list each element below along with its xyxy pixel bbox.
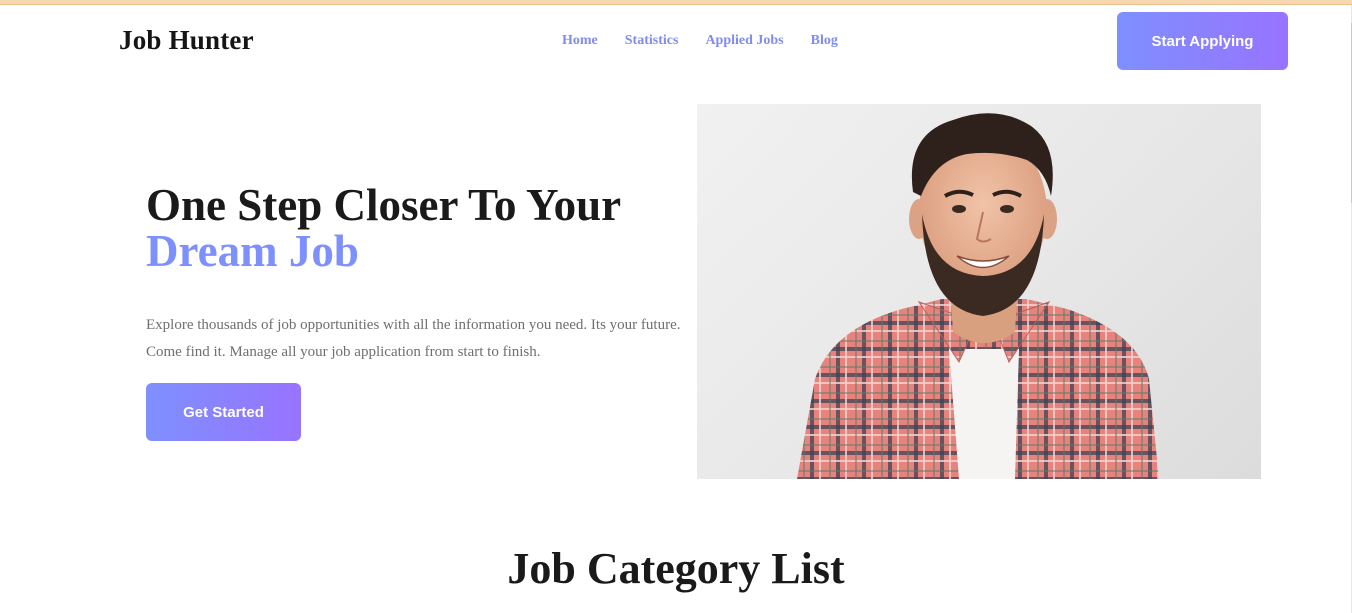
start-applying-button[interactable]: Start Applying xyxy=(1117,12,1288,70)
nav-link-statistics[interactable]: Statistics xyxy=(625,33,679,49)
nav-menu: Home Statistics Applied Jobs Blog xyxy=(562,33,838,49)
nav-link-applied-jobs[interactable]: Applied Jobs xyxy=(705,33,783,49)
brand-logo[interactable]: Job Hunter xyxy=(119,25,254,56)
hero-person-image xyxy=(697,104,1261,479)
nav-link-home[interactable]: Home xyxy=(562,33,598,49)
job-category-section-title: Job Category List xyxy=(507,544,845,593)
get-started-button[interactable]: Get Started xyxy=(146,383,301,441)
navbar: Job Hunter Home Statistics Applied Jobs … xyxy=(0,5,1352,85)
hero-title-accent: Dream Job xyxy=(146,226,359,276)
smiling-man-illustration xyxy=(797,113,1159,479)
hero-description: Explore thousands of job opportunities w… xyxy=(146,317,681,360)
hero-title: One Step Closer To Your Dream Job xyxy=(146,182,686,274)
hero-title-main: One Step Closer To Your xyxy=(146,180,622,230)
nav-link-blog[interactable]: Blog xyxy=(811,33,838,49)
